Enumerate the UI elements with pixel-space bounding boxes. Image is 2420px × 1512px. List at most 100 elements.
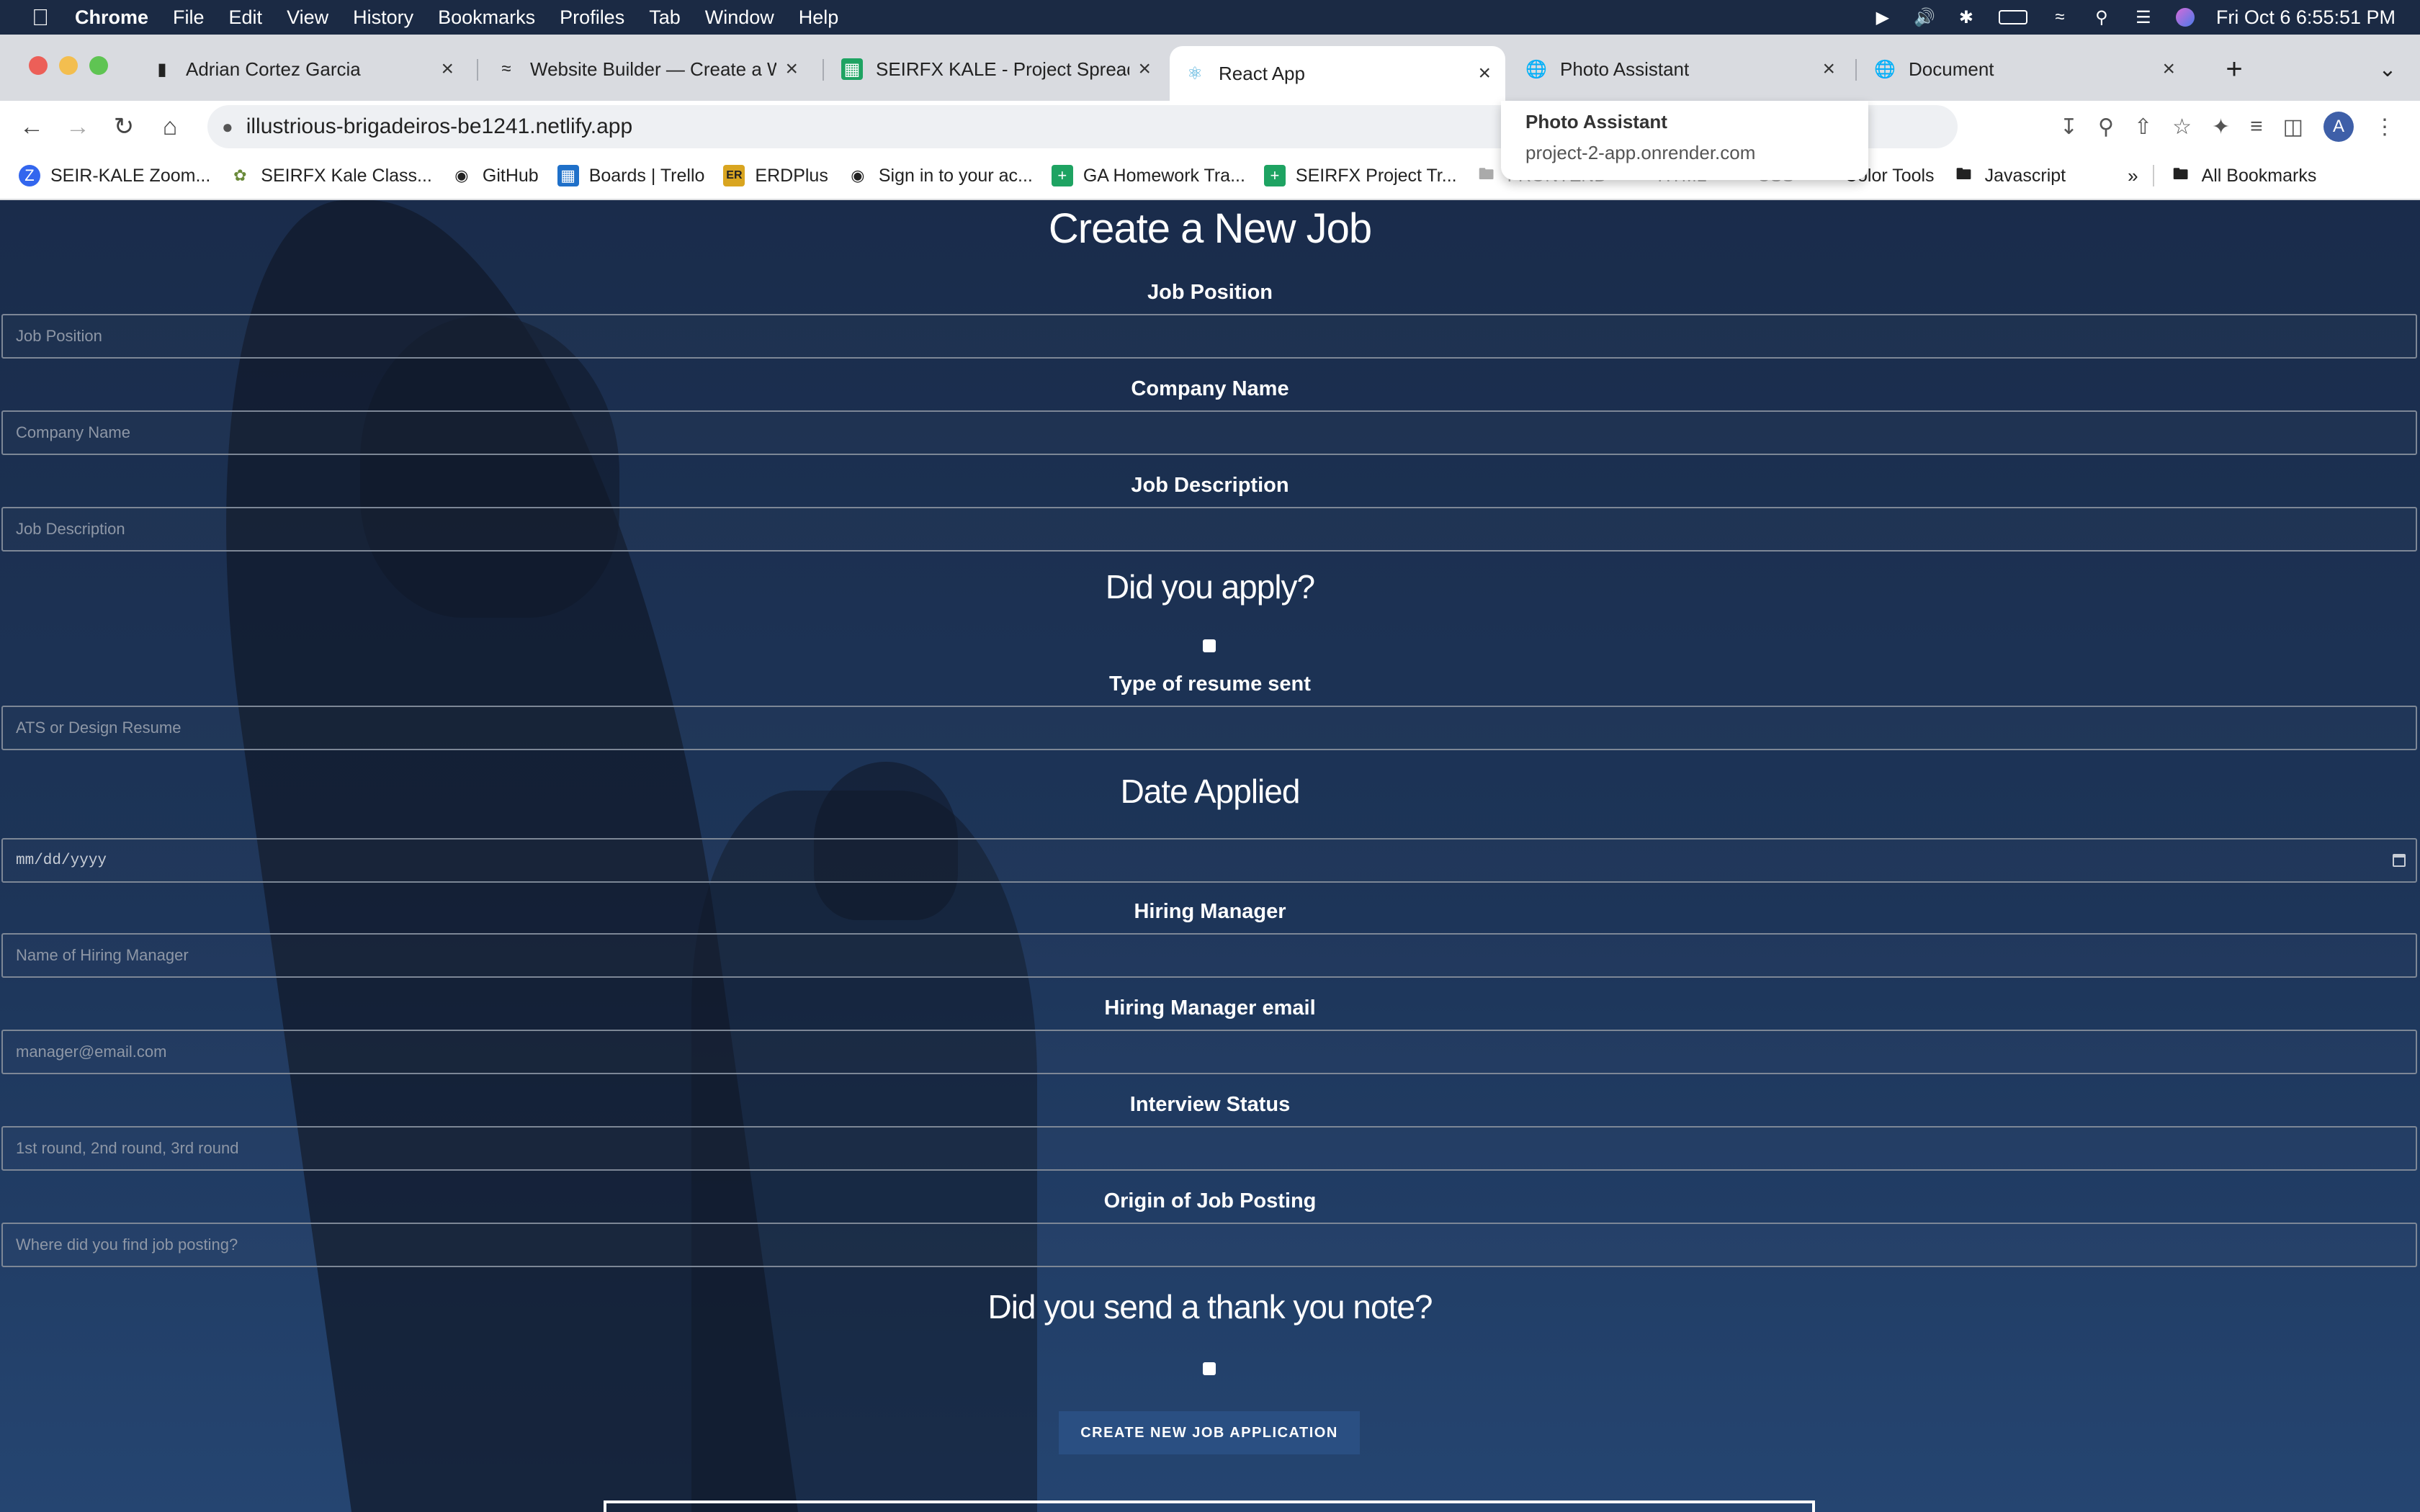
job-origin-input[interactable] (1, 1223, 2417, 1267)
profile-avatar[interactable]: A (2323, 112, 2354, 142)
job-position-input[interactable] (1, 314, 2417, 359)
tab-search-chevron-icon[interactable]: ⌄ (2370, 46, 2406, 92)
globe-icon: 🌐 (1525, 59, 1547, 79)
calendar-icon[interactable] (2393, 854, 2406, 867)
bookmark-ga-homework[interactable]: + GA Homework Tra... (1051, 165, 1245, 186)
new-tab-button[interactable]: + (2213, 46, 2256, 92)
chrome-menu-icon[interactable]: ⋮ (2374, 114, 2396, 140)
bookmark-label: SEIRFX Project Tr... (1295, 165, 1457, 186)
menu-profiles[interactable]: Profiles (560, 6, 624, 29)
menu-clock[interactable]: Fri Oct 6 6:55:51 PM (2216, 6, 2396, 29)
hover-card-title: Photo Assistant (1525, 111, 1667, 132)
close-tab-icon[interactable]: × (441, 57, 454, 81)
tab-website-builder[interactable]: ≈ Website Builder — Create a W × (481, 46, 812, 92)
siri-icon[interactable] (2174, 6, 2196, 28)
tab-photo-assistant[interactable]: 🌐 Photo Assistant × (1511, 46, 1850, 92)
zoom-icon[interactable]: ⚲ (2098, 114, 2114, 140)
close-window-button[interactable] (29, 56, 48, 75)
globe-icon: 🌐 (1874, 59, 1896, 79)
thank-you-heading: Did you send a thank you note? (987, 1288, 1433, 1326)
plant-icon: ✿ (233, 166, 247, 184)
zoom-window-button[interactable] (89, 56, 108, 75)
date-applied-input[interactable]: mm/dd/yyyy (1, 838, 2417, 883)
bookmark-label: ERDPlus (755, 165, 828, 186)
tab-title: Website Builder — Create a W (530, 58, 777, 80)
battery-icon[interactable] (1997, 6, 2029, 28)
hiring-manager-email-input[interactable] (1, 1030, 2417, 1074)
tab-react-app[interactable]: ⚛ React App × (1170, 46, 1505, 101)
bookmark-seirfx-project[interactable]: + SEIRFX Project Tr... (1263, 165, 1457, 186)
tab-seirfx-kale-spreadsheet[interactable]: ▦ SEIRFX KALE - Project Spread × (827, 46, 1165, 92)
tab-separator (823, 59, 824, 81)
job-description-label: Job Description (1131, 474, 1289, 497)
play-icon[interactable]: ▶ (1872, 6, 1894, 28)
interview-status-input[interactable] (1, 1126, 2417, 1171)
extensions-icon[interactable]: ✦ (2212, 114, 2230, 140)
sheets-icon: + (1051, 165, 1073, 186)
thank-you-checkbox[interactable] (1203, 1362, 1216, 1375)
side-panel-icon[interactable]: ◫ (2283, 114, 2303, 140)
bookmark-github[interactable]: ◉ GitHub (451, 165, 538, 186)
bluetooth-icon[interactable]: ✱ (1955, 6, 1977, 28)
home-icon[interactable]: ⌂ (147, 113, 193, 141)
hiring-manager-input[interactable] (1, 933, 2417, 978)
volume-icon[interactable]: 🔊 (1914, 6, 1935, 28)
all-bookmarks-button[interactable]: 🖿 All Bookmarks (2170, 165, 2317, 186)
tab-document[interactable]: 🌐 Document × (1860, 46, 2190, 92)
bookmark-folder-javascript[interactable]: 🖿 Javascript (1953, 165, 2066, 186)
job-position-label: Job Position (1147, 281, 1273, 304)
job-description-input[interactable] (1, 507, 2417, 552)
bookmark-sign-in[interactable]: ◉ Sign in to your ac... (847, 165, 1033, 186)
company-name-input[interactable] (1, 410, 2417, 455)
reading-list-icon[interactable]: ≡ (2250, 114, 2263, 139)
applied-checkbox[interactable] (1203, 639, 1216, 652)
close-tab-icon[interactable]: × (1822, 57, 1835, 81)
bookmark-star-icon[interactable]: ☆ (2172, 114, 2192, 140)
menu-help[interactable]: Help (799, 6, 839, 29)
github-icon: ◉ (454, 166, 469, 184)
close-tab-icon[interactable]: × (1138, 57, 1151, 81)
folder-icon: 🖿 (1478, 165, 1494, 183)
site-info-icon[interactable]: ● (222, 116, 233, 138)
bookmarks-overflow-button[interactable]: » (2128, 165, 2138, 187)
erd-icon: ER (723, 165, 745, 186)
bookmark-trello[interactable]: ▦ Boards | Trello (557, 165, 704, 186)
back-arrow-icon[interactable]: ← (9, 113, 55, 141)
menu-app-name[interactable]: Chrome (75, 6, 148, 29)
menu-edit[interactable]: Edit (229, 6, 263, 29)
apple-icon[interactable]:  (26, 4, 55, 31)
bookmark-erdplus[interactable]: ER ERDPlus (723, 165, 828, 186)
tab-title: Document (1909, 58, 1994, 80)
control-center-icon[interactable]: ☰ (2133, 6, 2154, 28)
bookmark-label: SEIR-KALE Zoom... (50, 165, 211, 186)
reload-icon[interactable]: ↻ (101, 112, 147, 141)
bookmark-seirfx-kale-class[interactable]: ✿ SEIRFX Kale Class... (229, 165, 432, 186)
job-origin-label: Origin of Job Posting (1103, 1189, 1317, 1212)
company-name-label: Company Name (1131, 377, 1289, 400)
close-tab-icon[interactable]: × (2162, 57, 2175, 81)
tab-adrian-cortez-garcia[interactable]: ▮ Adrian Cortez Garcia × (137, 46, 468, 92)
menu-bookmarks[interactable]: Bookmarks (438, 6, 535, 29)
react-icon: ⚛ (1187, 63, 1203, 84)
spotlight-search-icon[interactable]: ⚲ (2091, 6, 2112, 28)
menu-view[interactable]: View (287, 6, 328, 29)
create-job-application-button[interactable]: CREATE NEW JOB APPLICATION (1059, 1411, 1360, 1454)
menu-tab[interactable]: Tab (649, 6, 681, 29)
close-tab-icon[interactable]: × (785, 57, 798, 81)
bookmark-label: All Bookmarks (2201, 165, 2317, 186)
menu-file[interactable]: File (173, 6, 205, 29)
page-viewport: Create a New Job Job Position Company Na… (0, 200, 2420, 1512)
minimize-window-button[interactable] (59, 56, 78, 75)
forward-arrow-icon[interactable]: → (55, 113, 101, 141)
menu-history[interactable]: History (353, 6, 413, 29)
date-placeholder: mm/dd/yyyy (16, 852, 107, 869)
close-tab-icon[interactable]: × (1478, 61, 1491, 86)
hiring-manager-email-label: Hiring Manager email (1104, 996, 1316, 1020)
menu-window[interactable]: Window (705, 6, 774, 29)
wifi-icon[interactable]: ≈ (2049, 6, 2071, 28)
hover-card-url: project-2-app.onrender.com (1525, 142, 1756, 163)
bookmark-seir-kale-zoom[interactable]: Z SEIR-KALE Zoom... (19, 165, 210, 186)
resume-type-input[interactable] (1, 706, 2417, 750)
install-app-icon[interactable]: ↧ (2060, 114, 2078, 140)
share-icon[interactable]: ⇧ (2134, 114, 2152, 140)
